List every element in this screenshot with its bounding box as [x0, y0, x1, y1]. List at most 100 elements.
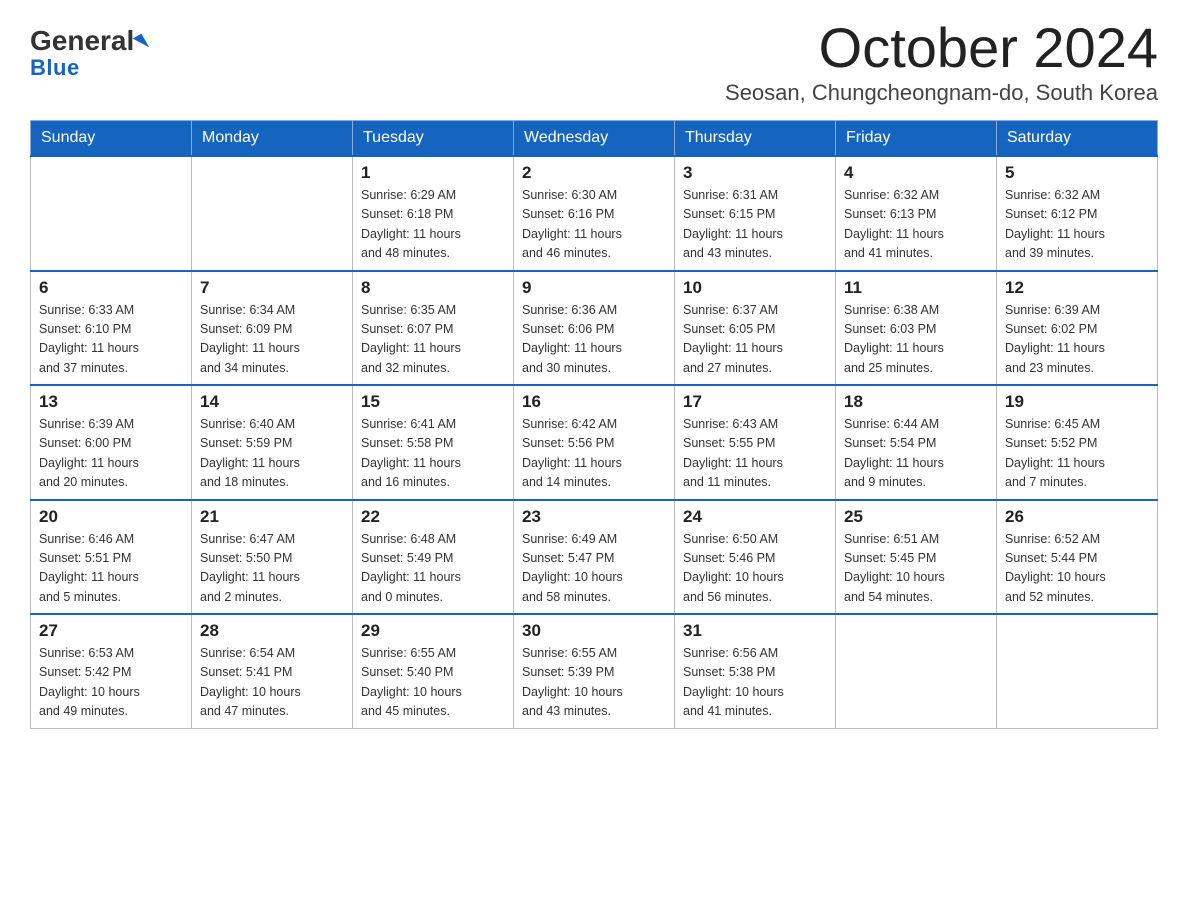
calendar-cell	[192, 156, 353, 271]
day-number: 19	[1005, 392, 1149, 412]
calendar-cell: 2Sunrise: 6:30 AMSunset: 6:16 PMDaylight…	[514, 156, 675, 271]
calendar-cell: 12 Sunrise: 6:39 AMSunset: 6:02 PMDayligh…	[997, 271, 1158, 386]
calendar-cell: 11 Sunrise: 6:38 AMSunset: 6:03 PMDayligh…	[836, 271, 997, 386]
day-number: 12	[1005, 278, 1149, 298]
day-info: Sunrise: 6:32 AMSunset: 6:12 PMDaylight:…	[1005, 186, 1149, 264]
day-number: 11	[844, 278, 988, 298]
weekday-header-thursday: Thursday	[675, 121, 836, 157]
day-number: 21	[200, 507, 344, 527]
week-row-1: 1 Sunrise: 6:29 AMSunset: 6:18 PMDaylight…	[31, 156, 1158, 271]
logo-blue-text: Blue	[30, 55, 80, 81]
calendar-table: SundayMondayTuesdayWednesdayThursdayFrid…	[30, 120, 1158, 729]
calendar-cell: 16 Sunrise: 6:42 AMSunset: 5:56 PMDayligh…	[514, 385, 675, 500]
day-info: Sunrise: 6:32 AMSunset: 6:13 PMDaylight:…	[844, 186, 988, 264]
day-info: Sunrise: 6:54 AMSunset: 5:41 PMDaylight:…	[200, 644, 344, 722]
day-info: Sunrise: 6:39 AMSunset: 6:00 PMDaylight:…	[39, 415, 183, 493]
calendar-cell: 24 Sunrise: 6:50 AMSunset: 5:46 PMDayligh…	[675, 500, 836, 615]
calendar-cell: 3Sunrise: 6:31 AMSunset: 6:15 PMDaylight…	[675, 156, 836, 271]
calendar-cell: 14 Sunrise: 6:40 AMSunset: 5:59 PMDayligh…	[192, 385, 353, 500]
day-number: 1	[361, 163, 505, 183]
day-number: 14	[200, 392, 344, 412]
day-info: Sunrise: 6:51 AMSunset: 5:45 PMDaylight:…	[844, 530, 988, 608]
day-info: Sunrise: 6:35 AMSunset: 6:07 PMDaylight:…	[361, 301, 505, 379]
weekday-header-saturday: Saturday	[997, 121, 1158, 157]
day-info: Sunrise: 6:55 AMSunset: 5:39 PMDaylight:…	[522, 644, 666, 722]
day-info: Sunrise: 6:43 AMSunset: 5:55 PMDaylight:…	[683, 415, 827, 493]
calendar-cell: 19 Sunrise: 6:45 AMSunset: 5:52 PMDayligh…	[997, 385, 1158, 500]
calendar-cell: 4 Sunrise: 6:32 AMSunset: 6:13 PMDaylight…	[836, 156, 997, 271]
calendar-cell: 13 Sunrise: 6:39 AMSunset: 6:00 PMDayligh…	[31, 385, 192, 500]
weekday-header-sunday: Sunday	[31, 121, 192, 157]
calendar-cell: 25 Sunrise: 6:51 AMSunset: 5:45 PMDayligh…	[836, 500, 997, 615]
day-number: 20	[39, 507, 183, 527]
day-info: Sunrise: 6:50 AMSunset: 5:46 PMDaylight:…	[683, 530, 827, 608]
calendar-cell: 7Sunrise: 6:34 AMSunset: 6:09 PMDaylight…	[192, 271, 353, 386]
calendar-cell: 30 Sunrise: 6:55 AMSunset: 5:39 PMDayligh…	[514, 614, 675, 728]
day-info: Sunrise: 6:55 AMSunset: 5:40 PMDaylight:…	[361, 644, 505, 722]
day-info: Sunrise: 6:48 AMSunset: 5:49 PMDaylight:…	[361, 530, 505, 608]
weekday-header-monday: Monday	[192, 121, 353, 157]
day-info: Sunrise: 6:53 AMSunset: 5:42 PMDaylight:…	[39, 644, 183, 722]
day-info: Sunrise: 6:31 AMSunset: 6:15 PMDaylight:…	[683, 186, 827, 264]
calendar-cell: 10Sunrise: 6:37 AMSunset: 6:05 PMDayligh…	[675, 271, 836, 386]
day-number: 13	[39, 392, 183, 412]
calendar-cell	[997, 614, 1158, 728]
day-info: Sunrise: 6:47 AMSunset: 5:50 PMDaylight:…	[200, 530, 344, 608]
day-number: 8	[361, 278, 505, 298]
day-info: Sunrise: 6:40 AMSunset: 5:59 PMDaylight:…	[200, 415, 344, 493]
day-number: 10	[683, 278, 827, 298]
day-info: Sunrise: 6:33 AMSunset: 6:10 PMDaylight:…	[39, 301, 183, 379]
page-header: General Blue October 2024 Seosan, Chungc…	[30, 20, 1158, 116]
day-number: 5	[1005, 163, 1149, 183]
logo-general-text: General	[30, 26, 146, 57]
calendar-cell: 27 Sunrise: 6:53 AMSunset: 5:42 PMDayligh…	[31, 614, 192, 728]
day-info: Sunrise: 6:44 AMSunset: 5:54 PMDaylight:…	[844, 415, 988, 493]
day-info: Sunrise: 6:45 AMSunset: 5:52 PMDaylight:…	[1005, 415, 1149, 493]
calendar-cell: 21 Sunrise: 6:47 AMSunset: 5:50 PMDayligh…	[192, 500, 353, 615]
weekday-header-wednesday: Wednesday	[514, 121, 675, 157]
calendar-cell: 23 Sunrise: 6:49 AMSunset: 5:47 PMDayligh…	[514, 500, 675, 615]
day-number: 24	[683, 507, 827, 527]
day-info: Sunrise: 6:46 AMSunset: 5:51 PMDaylight:…	[39, 530, 183, 608]
calendar-cell	[836, 614, 997, 728]
day-number: 15	[361, 392, 505, 412]
day-number: 9	[522, 278, 666, 298]
calendar-cell: 9 Sunrise: 6:36 AMSunset: 6:06 PMDaylight…	[514, 271, 675, 386]
weekday-header-tuesday: Tuesday	[353, 121, 514, 157]
day-info: Sunrise: 6:38 AMSunset: 6:03 PMDaylight:…	[844, 301, 988, 379]
day-number: 4	[844, 163, 988, 183]
day-number: 7	[200, 278, 344, 298]
calendar-cell: 20 Sunrise: 6:46 AMSunset: 5:51 PMDayligh…	[31, 500, 192, 615]
day-number: 28	[200, 621, 344, 641]
day-number: 17	[683, 392, 827, 412]
calendar-cell: 5 Sunrise: 6:32 AMSunset: 6:12 PMDaylight…	[997, 156, 1158, 271]
day-info: Sunrise: 6:36 AMSunset: 6:06 PMDaylight:…	[522, 301, 666, 379]
day-info: Sunrise: 6:42 AMSunset: 5:56 PMDaylight:…	[522, 415, 666, 493]
week-row-3: 13 Sunrise: 6:39 AMSunset: 6:00 PMDayligh…	[31, 385, 1158, 500]
calendar-cell: 1 Sunrise: 6:29 AMSunset: 6:18 PMDaylight…	[353, 156, 514, 271]
day-number: 23	[522, 507, 666, 527]
day-number: 30	[522, 621, 666, 641]
day-number: 6	[39, 278, 183, 298]
day-number: 25	[844, 507, 988, 527]
calendar-cell: 18Sunrise: 6:44 AMSunset: 5:54 PMDayligh…	[836, 385, 997, 500]
day-info: Sunrise: 6:49 AMSunset: 5:47 PMDaylight:…	[522, 530, 666, 608]
day-number: 22	[361, 507, 505, 527]
calendar-cell: 22 Sunrise: 6:48 AMSunset: 5:49 PMDayligh…	[353, 500, 514, 615]
day-number: 16	[522, 392, 666, 412]
week-row-2: 6 Sunrise: 6:33 AMSunset: 6:10 PMDaylight…	[31, 271, 1158, 386]
month-title: October 2024	[725, 20, 1158, 76]
logo: General Blue	[30, 26, 146, 81]
day-number: 27	[39, 621, 183, 641]
day-info: Sunrise: 6:30 AMSunset: 6:16 PMDaylight:…	[522, 186, 666, 264]
calendar-cell: 31 Sunrise: 6:56 AMSunset: 5:38 PMDayligh…	[675, 614, 836, 728]
day-info: Sunrise: 6:56 AMSunset: 5:38 PMDaylight:…	[683, 644, 827, 722]
day-number: 26	[1005, 507, 1149, 527]
location-subtitle: Seosan, Chungcheongnam-do, South Korea	[725, 80, 1158, 106]
day-number: 31	[683, 621, 827, 641]
day-info: Sunrise: 6:29 AMSunset: 6:18 PMDaylight:…	[361, 186, 505, 264]
logo-arrow-icon	[133, 33, 150, 52]
calendar-cell: 29Sunrise: 6:55 AMSunset: 5:40 PMDayligh…	[353, 614, 514, 728]
day-info: Sunrise: 6:39 AMSunset: 6:02 PMDaylight:…	[1005, 301, 1149, 379]
weekday-header-friday: Friday	[836, 121, 997, 157]
